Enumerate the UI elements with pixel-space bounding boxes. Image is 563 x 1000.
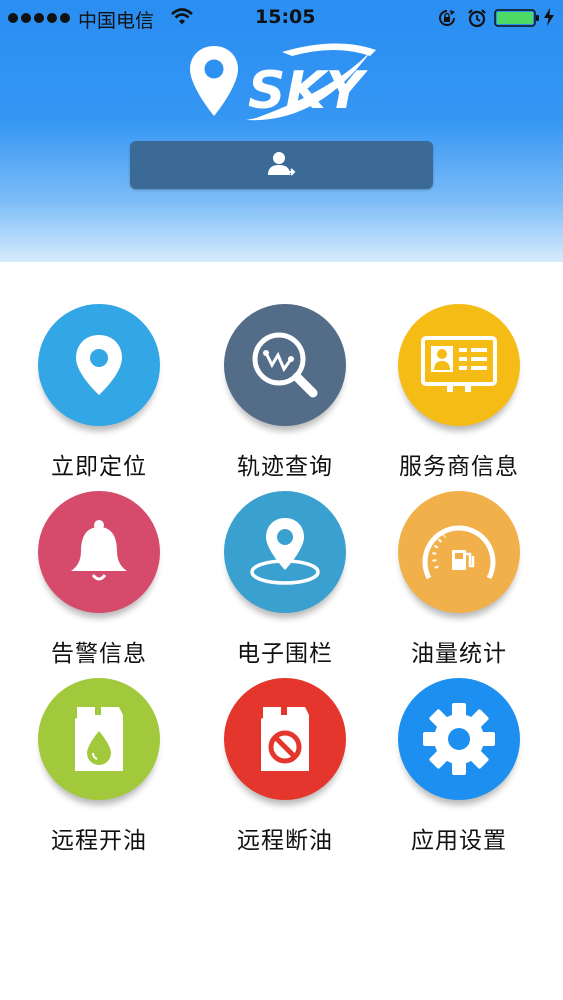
oil-on-circle bbox=[38, 678, 160, 800]
alarm-icon bbox=[468, 9, 486, 28]
locate-circle bbox=[38, 304, 160, 426]
menu-item-remote-oil-off[interactable]: 远程断油 bbox=[205, 678, 365, 858]
status-time: 15:05 bbox=[255, 6, 316, 28]
menu-label: 服务商信息 bbox=[399, 454, 519, 480]
bell-icon bbox=[71, 520, 127, 581]
menu-label: 轨迹查询 bbox=[237, 454, 333, 480]
user-login-icon bbox=[268, 152, 296, 176]
menu-label: 告警信息 bbox=[51, 641, 147, 667]
menu-label: 立即定位 bbox=[51, 454, 147, 480]
rotation-lock-icon bbox=[439, 10, 455, 26]
menu-label: 远程开油 bbox=[51, 828, 147, 854]
status-bar: 中国电信 15:05 bbox=[0, 0, 563, 36]
sky-logo: SKY bbox=[190, 43, 376, 121]
oil-cut-icon bbox=[261, 707, 309, 771]
menu-label: 远程断油 bbox=[237, 828, 333, 854]
geofence-icon bbox=[250, 518, 320, 585]
charging-icon bbox=[544, 8, 554, 26]
menu-item-settings[interactable]: 应用设置 bbox=[379, 678, 539, 858]
oil-can-icon bbox=[75, 707, 123, 771]
menu-item-provider[interactable]: 服务商信息 bbox=[379, 304, 539, 484]
login-button[interactable] bbox=[130, 141, 433, 189]
menu-label: 电子围栏 bbox=[237, 641, 333, 667]
provider-circle bbox=[398, 304, 520, 426]
id-card-icon bbox=[421, 336, 497, 392]
location-pin-icon bbox=[76, 335, 122, 395]
menu-item-track[interactable]: 轨迹查询 bbox=[205, 304, 365, 484]
oil-off-circle bbox=[224, 678, 346, 800]
settings-circle bbox=[398, 678, 520, 800]
menu-item-alarm[interactable]: 告警信息 bbox=[19, 491, 179, 671]
logo-text: SKY bbox=[248, 61, 369, 121]
menu-item-geofence[interactable]: 电子围栏 bbox=[205, 491, 365, 671]
app-header: 中国电信 15:05 SKY bbox=[0, 0, 563, 262]
track-circle bbox=[224, 304, 346, 426]
function-grid: 立即定位 轨迹查询 服务商信息 告警信息 电子围栏 油量统计 远程开油 远程断油… bbox=[0, 262, 563, 1000]
wifi-icon bbox=[171, 8, 193, 25]
gear-icon bbox=[423, 703, 495, 775]
battery-icon bbox=[494, 9, 539, 27]
menu-label: 油量统计 bbox=[411, 641, 507, 667]
menu-item-remote-oil-on[interactable]: 远程开油 bbox=[19, 678, 179, 858]
carrier-name: 中国电信 bbox=[78, 10, 155, 32]
fuel-stats-circle bbox=[398, 491, 520, 613]
geofence-circle bbox=[224, 491, 346, 613]
menu-item-locate[interactable]: 立即定位 bbox=[19, 304, 179, 484]
alarm-circle bbox=[38, 491, 160, 613]
track-search-icon bbox=[252, 332, 318, 398]
fuel-gauge-icon bbox=[422, 525, 496, 580]
signal-strength-icon bbox=[8, 13, 70, 23]
menu-label: 应用设置 bbox=[411, 828, 507, 854]
menu-item-fuel-stats[interactable]: 油量统计 bbox=[379, 491, 539, 671]
